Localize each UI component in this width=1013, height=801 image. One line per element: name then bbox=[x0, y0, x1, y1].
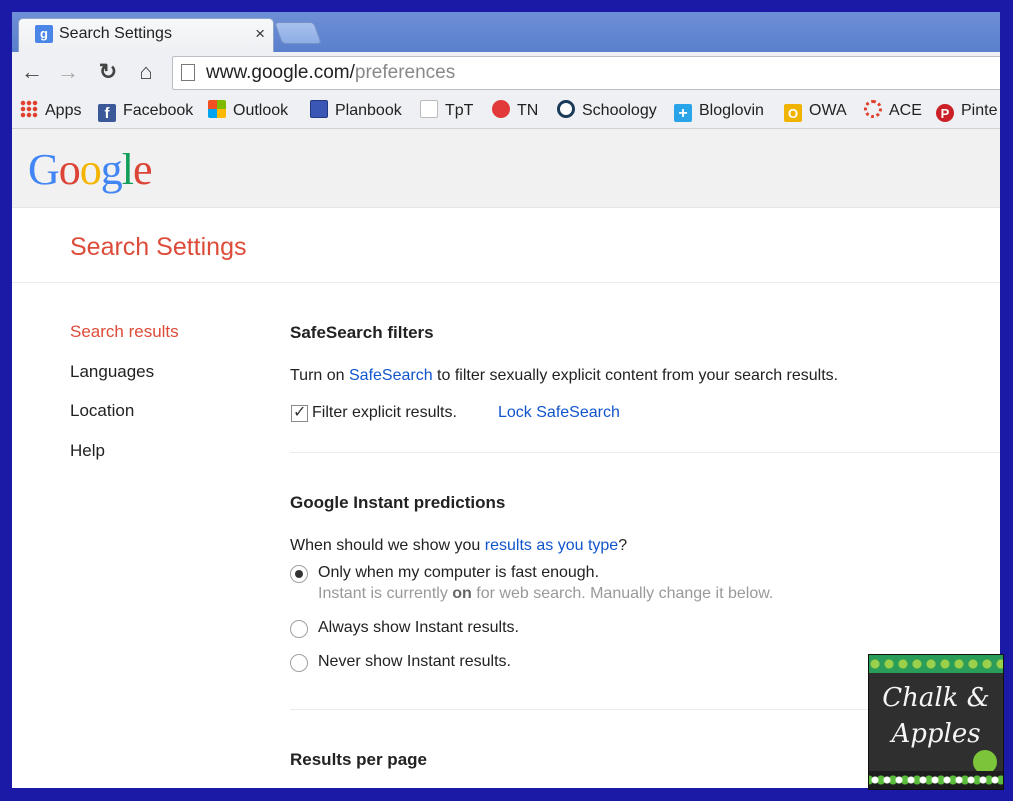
bookmark-schoology[interactable]: Schoology bbox=[557, 100, 657, 122]
schoology-icon bbox=[557, 100, 575, 118]
bookmark-bloglovin[interactable]: + Bloglovin bbox=[674, 100, 764, 122]
bookmark-pinterest[interactable]: P Pinte bbox=[936, 100, 997, 122]
nav-search-results[interactable]: Search results bbox=[70, 321, 179, 343]
forward-icon[interactable]: → bbox=[54, 58, 82, 86]
planbook-icon bbox=[310, 100, 328, 118]
tab-title: Search Settings bbox=[59, 25, 172, 42]
bookmark-facebook[interactable]: f Facebook bbox=[98, 100, 193, 122]
reload-icon[interactable]: ↻ bbox=[94, 58, 122, 86]
back-icon[interactable]: ← bbox=[18, 58, 46, 86]
chalk-and-apples-watermark: Chalk & Apples bbox=[868, 654, 1004, 790]
bloglovin-icon: + bbox=[674, 104, 692, 122]
tpt-icon bbox=[420, 100, 438, 118]
safesearch-link[interactable]: SafeSearch bbox=[349, 367, 433, 384]
ace-icon bbox=[864, 100, 882, 118]
address-bar[interactable]: www.google.com/preferences bbox=[172, 56, 1000, 90]
page-title: Search Settings bbox=[70, 233, 247, 261]
radio-always[interactable] bbox=[290, 620, 308, 638]
new-tab-button[interactable] bbox=[273, 22, 323, 44]
bookmark-ace[interactable]: ACE bbox=[864, 100, 922, 122]
results-per-page-title: Results per page bbox=[290, 750, 427, 769]
bookmark-planbook[interactable]: Planbook bbox=[310, 100, 402, 122]
safesearch-title: SafeSearch filters bbox=[290, 323, 434, 342]
home-icon[interactable]: ⌂ bbox=[132, 58, 160, 86]
tab-strip: g Search Settings × bbox=[12, 12, 1000, 53]
bookmark-outlook[interactable]: Outlook bbox=[208, 100, 288, 122]
bookmark-apps[interactable]: Apps bbox=[20, 100, 81, 122]
option-always-label[interactable]: Always show Instant results. bbox=[318, 617, 519, 639]
close-tab-icon[interactable]: × bbox=[255, 23, 265, 45]
divider bbox=[12, 282, 1000, 283]
instant-question: When should we show you results as you t… bbox=[290, 537, 628, 554]
bookmark-tpt[interactable]: TpT bbox=[420, 100, 473, 122]
filter-explicit-checkbox[interactable]: ✓ bbox=[291, 404, 308, 422]
badge-line1: Chalk & bbox=[882, 683, 990, 713]
dot-border-bottom bbox=[869, 771, 1003, 789]
browser-window: g Search Settings × ← → ↻ ⌂ www.google.c… bbox=[12, 12, 1000, 788]
tab-search-settings[interactable]: g Search Settings × bbox=[18, 18, 274, 53]
google-header: Google bbox=[12, 129, 1000, 208]
page-icon bbox=[181, 64, 195, 81]
google-logo[interactable]: Google bbox=[28, 146, 153, 194]
filter-explicit-label[interactable]: Filter explicit results. bbox=[312, 402, 457, 424]
checkmark-icon: ✓ bbox=[293, 404, 307, 421]
results-as-you-type-link[interactable]: results as you type bbox=[485, 537, 618, 554]
browser-toolbar: ← → ↻ ⌂ www.google.com/preferences bbox=[12, 52, 1000, 92]
option-never-label[interactable]: Never show Instant results. bbox=[318, 651, 511, 673]
apple-icon bbox=[492, 100, 510, 118]
radio-fast-enough[interactable] bbox=[290, 565, 308, 583]
divider bbox=[290, 452, 1000, 453]
owa-icon: O bbox=[784, 104, 802, 122]
nav-location[interactable]: Location bbox=[70, 400, 134, 422]
bookmark-tn[interactable]: TN bbox=[492, 100, 538, 122]
windows-logo-icon bbox=[208, 100, 226, 118]
lock-safesearch-link[interactable]: Lock SafeSearch bbox=[498, 402, 620, 424]
facebook-icon: f bbox=[98, 104, 116, 122]
url-text: www.google.com/preferences bbox=[206, 62, 456, 83]
nav-languages[interactable]: Languages bbox=[70, 361, 154, 383]
dot-border-top bbox=[869, 655, 1003, 673]
instant-status-note: Instant is currently on for web search. … bbox=[318, 585, 774, 602]
apps-grid-icon bbox=[20, 100, 38, 118]
bookmark-owa[interactable]: O OWA bbox=[784, 100, 847, 122]
option-fast-enough-label[interactable]: Only when my computer is fast enough. bbox=[318, 562, 599, 584]
nav-help[interactable]: Help bbox=[70, 440, 105, 462]
instant-title: Google Instant predictions bbox=[290, 493, 506, 512]
radio-never[interactable] bbox=[290, 654, 308, 672]
pinterest-icon: P bbox=[936, 104, 954, 122]
badge-line2: Apples bbox=[891, 719, 981, 749]
bookmarks-bar: Apps f Facebook Outlook Planbook TpT TN S… bbox=[12, 92, 1000, 129]
google-favicon-icon: g bbox=[35, 25, 53, 43]
safesearch-description: Turn on SafeSearch to filter sexually ex… bbox=[290, 367, 839, 384]
